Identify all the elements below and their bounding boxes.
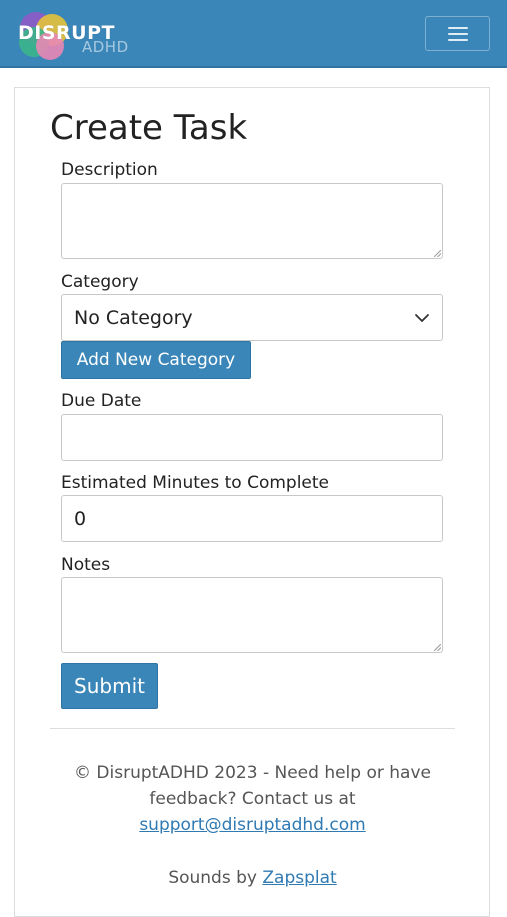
category-label: Category xyxy=(61,272,139,292)
support-email-link[interactable]: support@disruptadhd.com xyxy=(139,815,365,835)
footer-sounds: Sounds by Zapsplat xyxy=(50,865,455,891)
disrupt-adhd-logo[interactable]: DISRUPT ADHD xyxy=(12,8,132,60)
category-selected-value: No Category xyxy=(74,306,193,329)
hamburger-menu-icon-bar xyxy=(448,39,468,41)
category-select[interactable]: No Category xyxy=(61,294,443,341)
add-new-category-button[interactable]: Add New Category xyxy=(61,341,251,379)
top-navbar: DISRUPT ADHD xyxy=(0,0,507,68)
notes-textarea[interactable] xyxy=(61,577,443,653)
due-date-input[interactable] xyxy=(61,414,443,461)
resize-grip-icon[interactable] xyxy=(434,644,441,651)
hamburger-menu-icon-bar xyxy=(448,33,468,35)
resize-grip-icon[interactable] xyxy=(434,250,441,257)
notes-label: Notes xyxy=(61,555,111,575)
submit-button[interactable]: Submit xyxy=(61,663,158,709)
hamburger-menu-icon xyxy=(448,27,468,29)
hamburger-menu-button[interactable] xyxy=(425,16,490,51)
due-date-label: Due Date xyxy=(61,391,142,411)
page-title: Create Task xyxy=(50,108,248,148)
zapsplat-link[interactable]: Zapsplat xyxy=(262,868,336,888)
notes-wrapper xyxy=(61,577,443,653)
description-label: Description xyxy=(61,160,158,180)
description-wrapper xyxy=(61,183,443,259)
description-textarea[interactable] xyxy=(61,183,443,259)
chevron-down-icon xyxy=(415,313,429,322)
footer-line-2: feedback? Contact us at xyxy=(149,789,356,809)
estimated-minutes-label: Estimated Minutes to Complete xyxy=(61,473,330,493)
logo-subtext: ADHD xyxy=(82,38,129,56)
footer-copyright: © DisruptADHD 2023 - Need help or have f… xyxy=(50,760,455,838)
estimated-minutes-input[interactable] xyxy=(61,495,443,542)
footer-line-1: © DisruptADHD 2023 - Need help or have xyxy=(74,763,431,783)
footer-divider xyxy=(50,728,455,729)
sounds-by-text: Sounds by xyxy=(168,868,257,888)
